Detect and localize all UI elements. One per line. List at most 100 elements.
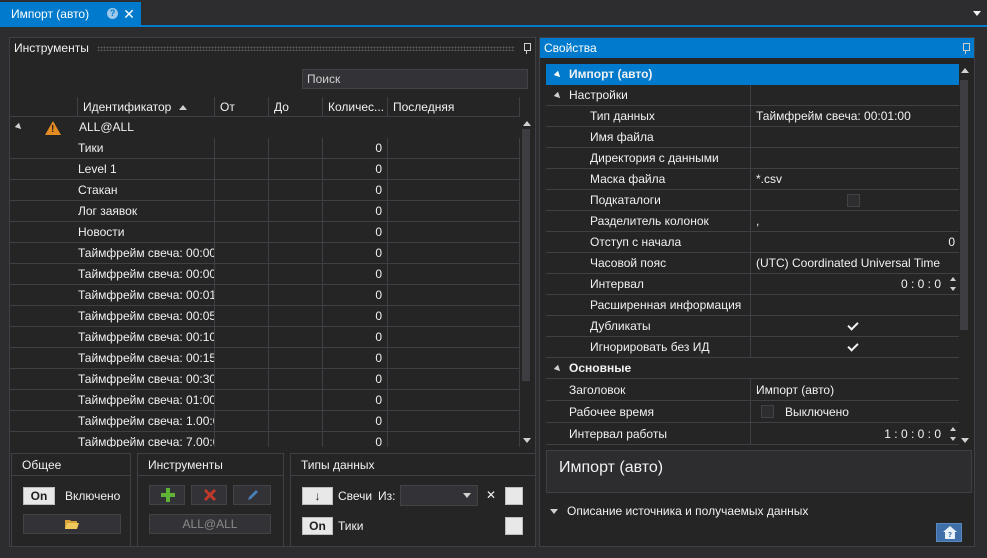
scroll-up-icon[interactable] [523, 121, 531, 126]
properties-panel: Свойства Импорт (авто) Настройки Тип дан… [539, 37, 975, 547]
table-row[interactable]: Новости 0 [10, 222, 520, 243]
property-name: Рабочее время [546, 401, 751, 423]
main-category-row[interactable]: Основные [546, 358, 959, 379]
collapse-arrow-icon[interactable] [553, 70, 563, 80]
table-row[interactable]: Таймфрейм свеча: 1.00:0 0 [10, 411, 520, 432]
property-row[interactable]: Рабочее время Выключено [546, 401, 959, 423]
add-button[interactable] [149, 485, 185, 505]
table-row[interactable]: Стакан 0 [10, 180, 520, 201]
table-row[interactable]: Level 1 0 [10, 159, 520, 180]
instruments-panel: Инструменты Идентификатор От До Количес.… [9, 37, 536, 547]
property-value[interactable]: Импорт (авто) [752, 379, 959, 400]
row-spacer [10, 432, 78, 447]
clear-source-icon[interactable]: ✕ [486, 488, 496, 502]
property-value[interactable]: Таймфрейм свеча: 00:01:00 [752, 106, 959, 127]
collapse-arrow-icon[interactable] [553, 364, 563, 374]
tab-list-dropdown-icon[interactable] [973, 11, 981, 16]
table-row[interactable]: Таймфрейм свеча: 00:00: 0 [10, 264, 520, 285]
property-header-row[interactable]: Импорт (авто) [546, 64, 959, 85]
open-folder-button[interactable] [23, 514, 121, 534]
search-input[interactable] [302, 69, 528, 89]
property-checkbox[interactable] [847, 194, 860, 207]
row-id-cell: Таймфрейм свеча: 00:05: [78, 306, 215, 327]
property-row[interactable]: Подкаталоги [546, 190, 959, 211]
candles-options-button[interactable] [505, 487, 523, 505]
row-last-cell [388, 327, 520, 348]
property-row[interactable]: Маска файла *.csv [546, 169, 959, 190]
document-tab[interactable]: Импорт (авто) ? ✕ [0, 2, 141, 25]
property-row[interactable]: Дубликаты [546, 316, 959, 337]
table-row[interactable]: Тики 0 [10, 138, 520, 159]
table-row[interactable]: Таймфрейм свеча: 00:01: 0 [10, 285, 520, 306]
document-tab-title: Импорт (авто) [11, 6, 90, 21]
grid-vertical-scrollbar[interactable] [521, 117, 531, 447]
panel-grip[interactable] [96, 45, 515, 51]
property-value[interactable]: 1 : 0 : 0 : 0 [752, 423, 959, 444]
property-value[interactable]: 0 [752, 232, 959, 253]
help-icon[interactable]: ? [107, 8, 119, 19]
column-header-from[interactable]: От [215, 97, 269, 117]
table-row[interactable]: Таймфрейм свеча: 00:30: 0 [10, 369, 520, 390]
property-value[interactable]: 0 : 0 : 0 [752, 274, 959, 295]
table-row[interactable]: Таймфрейм свеча: 01:00: 0 [10, 390, 520, 411]
table-row[interactable]: Таймфрейм свеча: 00:05: 0 [10, 306, 520, 327]
property-row[interactable]: Интервал 0 : 0 : 0 [546, 274, 959, 295]
property-value[interactable] [752, 148, 959, 169]
settings-category-row[interactable]: Настройки [546, 85, 959, 106]
candle-source-select[interactable] [400, 485, 478, 506]
property-row[interactable]: Разделитель колонок, [546, 211, 959, 232]
close-tab-icon[interactable]: ✕ [123, 7, 135, 21]
candles-toggle[interactable]: ↓ [302, 487, 333, 505]
delete-button[interactable] [191, 485, 227, 505]
selected-instrument-button[interactable]: ALL@ALL [149, 514, 271, 534]
pin-icon[interactable] [521, 42, 531, 54]
scroll-up-icon[interactable] [961, 68, 969, 73]
scroll-thumb[interactable] [522, 129, 530, 381]
tools-group-title: Инструменты [138, 454, 283, 476]
property-row[interactable]: Заголовок Импорт (авто) [546, 379, 959, 401]
property-row[interactable]: Тип данных Таймфрейм свеча: 00:01:00 [546, 106, 959, 127]
property-checkbox[interactable] [847, 320, 860, 333]
row-from-cell [215, 327, 269, 348]
group-row[interactable]: ! ALL@ALL [10, 117, 520, 138]
grid-header-spacer [10, 97, 78, 117]
table-row[interactable]: Таймфрейм свеча: 00:15: 0 [10, 348, 520, 369]
property-value[interactable]: (UTC) Coordinated Universal Time [752, 253, 959, 274]
property-row[interactable]: Имя файла [546, 127, 959, 148]
property-value[interactable] [752, 295, 959, 316]
property-row[interactable]: Интервал работы 1 : 0 : 0 : 0 [546, 423, 959, 445]
property-value[interactable]: *.csv [752, 169, 959, 190]
ticks-toggle[interactable]: On [302, 517, 333, 535]
scroll-thumb[interactable] [960, 80, 968, 330]
property-description-box: Импорт (авто) [546, 450, 972, 493]
property-row[interactable]: Отступ с начала 0 [546, 232, 959, 253]
collapse-arrow-icon[interactable] [14, 122, 24, 132]
scroll-down-icon[interactable] [523, 438, 531, 443]
chevron-down-icon[interactable] [550, 508, 558, 514]
property-checkbox[interactable] [847, 341, 860, 354]
spinner-icon[interactable] [950, 427, 957, 441]
table-row[interactable]: Таймфрейм свеча: 00:10: 0 [10, 327, 520, 348]
table-row[interactable]: Лог заявок 0 [10, 201, 520, 222]
property-grid-scrollbar[interactable] [959, 64, 969, 447]
scroll-down-icon[interactable] [961, 438, 969, 443]
property-value[interactable] [752, 127, 959, 148]
column-header-count[interactable]: Количес... [323, 97, 388, 117]
table-row[interactable]: Таймфрейм свеча: 00:00: 0 [10, 243, 520, 264]
property-row[interactable]: Директория с данными [546, 148, 959, 169]
pin-icon[interactable] [960, 42, 970, 54]
property-row[interactable]: Расширенная информация [546, 295, 959, 316]
spinner-icon[interactable] [950, 277, 957, 291]
ticks-options-button[interactable] [505, 517, 523, 535]
property-value[interactable]: , [752, 211, 959, 232]
property-row[interactable]: Игнорировать без ИД [546, 337, 959, 358]
column-header-to[interactable]: До [269, 97, 323, 117]
property-row[interactable]: Часовой пояс (UTC) Coordinated Universal … [546, 253, 959, 274]
column-header-id[interactable]: Идентификатор [78, 97, 215, 117]
table-row[interactable]: Таймфрейм свеча: 7.00:0 0 [10, 432, 520, 447]
column-header-last[interactable]: Последняя [388, 97, 520, 117]
help-home-button[interactable]: ? [936, 523, 962, 542]
general-on-toggle[interactable]: On [23, 487, 55, 505]
edit-button[interactable] [233, 485, 271, 505]
description-expander[interactable]: Описание источника и получаемых данных [550, 504, 808, 518]
